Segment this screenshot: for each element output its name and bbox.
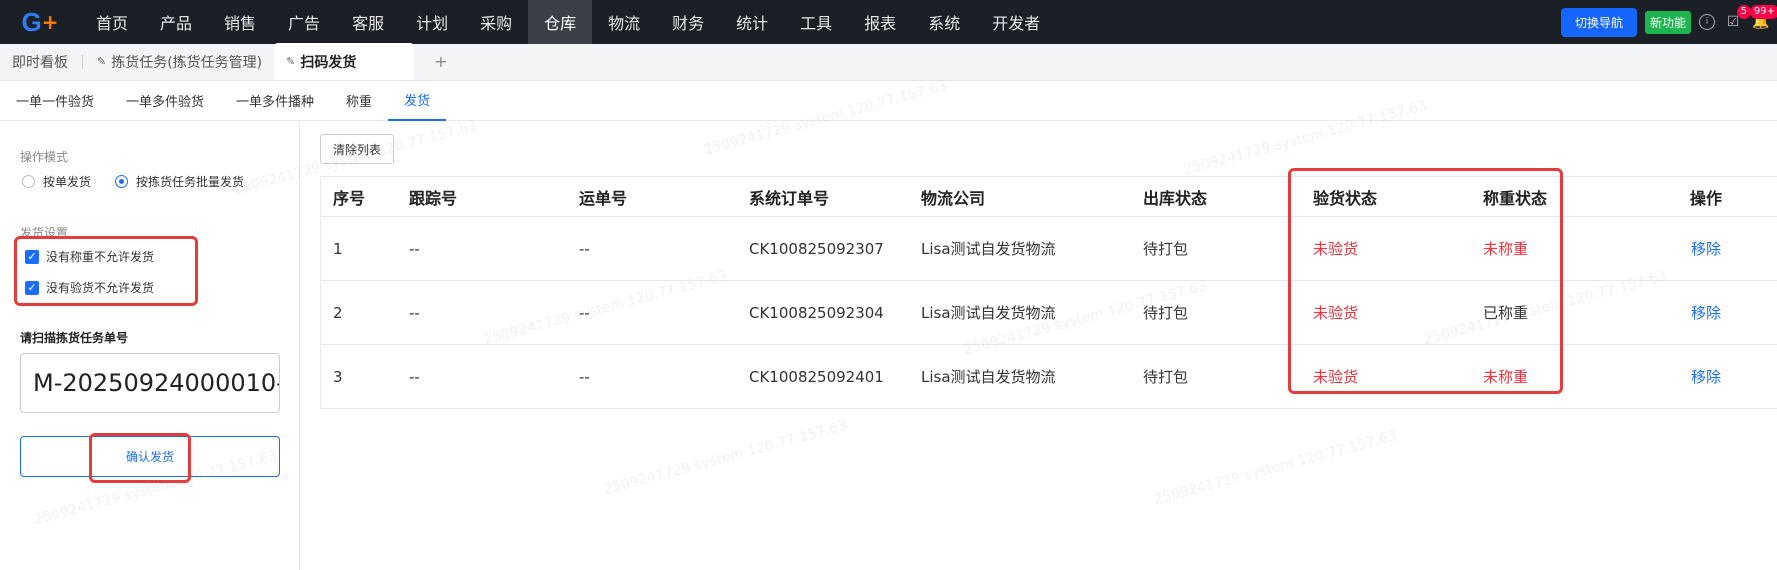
tab-dashboard[interactable]: 即时看板 [0, 43, 80, 80]
radio-batch[interactable] [115, 175, 129, 188]
highlight-box-settings [14, 236, 198, 306]
tasks-badge: 5 [1736, 5, 1751, 19]
cell-order: CK100825092307 [749, 239, 884, 258]
col-tracking: 跟踪号 [409, 188, 458, 208]
col-carrier: 物流公司 [921, 188, 986, 208]
col-action: 操作 [1689, 188, 1722, 208]
new-feature-button[interactable]: 新功能 [1644, 10, 1691, 34]
tab-divider [82, 55, 83, 69]
highlight-box-confirm [89, 433, 191, 483]
remove-link[interactable]: 移除 [1641, 302, 1771, 323]
nav-reports[interactable]: 报表 [848, 0, 912, 44]
cell-order: CK100825092401 [749, 367, 884, 386]
cell-index: 1 [333, 239, 343, 258]
add-tab-button[interactable]: + [414, 43, 467, 80]
cell-carrier: Lisa测试自发货物流 [921, 368, 1056, 386]
cell-waybill: -- [579, 303, 590, 322]
cell-order: CK100825092304 [749, 303, 884, 322]
cell-out-status: 待打包 [1143, 240, 1189, 258]
main-panel: 清除列表 序号 跟踪号 运单号 系统订单号 物流公司 出库状态 验货状态 称重状… [300, 121, 1777, 570]
remove-link[interactable]: 移除 [1641, 238, 1771, 259]
cell-index: 3 [333, 367, 343, 386]
nav-logistics[interactable]: 物流 [592, 0, 656, 44]
remove-link[interactable]: 移除 [1641, 366, 1771, 387]
nav-stats[interactable]: 统计 [720, 0, 784, 44]
subtab-single-inspect[interactable]: 一单一件验货 [0, 81, 110, 121]
nav-ads[interactable]: 广告 [272, 0, 336, 44]
cell-waybill: -- [579, 367, 590, 386]
cell-carrier: Lisa测试自发货物流 [921, 240, 1056, 258]
col-waybill: 运单号 [579, 188, 628, 208]
page-tabs: 即时看板 ✎ 拣货任务(拣货任务管理) ✎ 扫码发货 + [0, 43, 1777, 81]
nav-system[interactable]: 系统 [912, 0, 976, 44]
nav-service[interactable]: 客服 [336, 0, 400, 44]
info-icon[interactable]: i [1699, 14, 1715, 30]
tasks-icon[interactable]: ☑ 5 [1723, 5, 1751, 32]
radio-single-label[interactable]: 按单发货 [43, 173, 91, 190]
left-panel: 操作模式 按单发货 按拣货任务批量发货 发货设置 ✓ 没有称重不允许发货 ✓ 没… [0, 121, 300, 570]
scan-task-input[interactable]: M-20250924000010-1 [20, 353, 280, 413]
subtab-multi-sow[interactable]: 一单多件播种 [220, 81, 330, 121]
nav-plan[interactable]: 计划 [400, 0, 464, 44]
cell-index: 2 [333, 303, 343, 322]
nav-finance[interactable]: 财务 [656, 0, 720, 44]
top-navbar: G + 首页 产品 销售 广告 客服 计划 采购 仓库 物流 财务 统计 工具 报… [0, 0, 1777, 44]
pin-icon: ✎ [286, 55, 296, 68]
cell-tracking: -- [409, 303, 420, 322]
scan-label: 请扫描拣货任务单号 [20, 331, 129, 345]
nav-purchase[interactable]: 采购 [464, 0, 528, 44]
op-mode-label: 操作模式 [20, 150, 69, 164]
bell-badge: 99+ [1749, 5, 1777, 19]
col-out-status: 出库状态 [1143, 188, 1208, 208]
nav-developer[interactable]: 开发者 [976, 0, 1056, 44]
switch-nav-button[interactable]: 切换导航 [1560, 7, 1637, 37]
op-mode-radio-group: 按单发货 按拣货任务批量发货 [22, 173, 244, 190]
app-logo[interactable]: G + [0, 0, 80, 44]
cell-tracking: -- [409, 367, 420, 386]
col-index: 序号 [333, 188, 366, 208]
sub-tabs: 一单一件验货 一单多件验货 一单多件播种 称重 发货 [0, 81, 1777, 121]
cell-out-status: 待打包 [1143, 368, 1189, 386]
highlight-box-status [1288, 168, 1563, 394]
tab-scan-ship-label: 扫码发货 [300, 54, 357, 71]
nav-tools[interactable]: 工具 [784, 0, 848, 44]
cell-tracking: -- [409, 239, 420, 258]
bell-icon[interactable]: 🔔 99+ [1749, 5, 1777, 32]
subtab-ship[interactable]: 发货 [388, 81, 447, 121]
cell-carrier: Lisa测试自发货物流 [921, 304, 1056, 322]
radio-single[interactable] [22, 175, 35, 188]
subtab-weigh[interactable]: 称重 [330, 81, 388, 121]
cell-waybill: -- [579, 239, 590, 258]
tab-picking[interactable]: ✎ 拣货任务(拣货任务管理) [85, 43, 274, 80]
topbar-actions: 切换导航 新功能 i ☑ 5 🔔 99+ [1560, 0, 1777, 44]
tab-scan-ship[interactable]: ✎ 扫码发货 [274, 43, 415, 80]
subtab-multi-inspect[interactable]: 一单多件验货 [110, 81, 220, 121]
nav-home[interactable]: 首页 [80, 0, 144, 44]
col-order: 系统订单号 [749, 188, 830, 208]
radio-batch-label[interactable]: 按拣货任务批量发货 [136, 173, 244, 190]
pin-icon: ✎ [97, 55, 107, 68]
cell-out-status: 待打包 [1143, 304, 1189, 322]
nav-sales[interactable]: 销售 [208, 0, 272, 44]
clear-list-button[interactable]: 清除列表 [320, 134, 395, 164]
nav-product[interactable]: 产品 [144, 0, 208, 44]
nav-warehouse[interactable]: 仓库 [528, 0, 593, 44]
tab-picking-label: 拣货任务(拣货任务管理) [111, 54, 263, 71]
main-nav: 首页 产品 销售 广告 客服 计划 采购 仓库 物流 财务 统计 工具 报表 系… [80, 0, 1056, 44]
